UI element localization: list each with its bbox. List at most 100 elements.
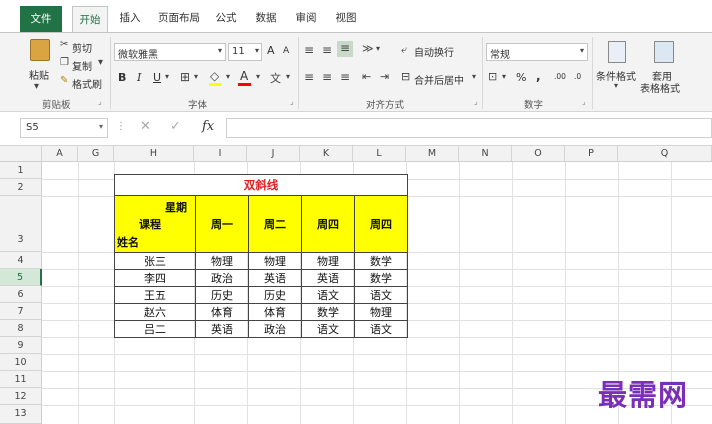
course-cell[interactable]: 历史 (248, 286, 302, 304)
copy-button[interactable]: 复制 (72, 58, 92, 73)
font-name-select[interactable]: 微软雅黑 ▾ (114, 43, 226, 61)
column-header[interactable]: Q (618, 146, 712, 162)
tab-file[interactable]: 文件 (20, 6, 62, 32)
column-header[interactable]: M (406, 146, 459, 162)
orientation-icon[interactable]: ≫ (362, 42, 374, 55)
currency-icon[interactable]: ⊡ (488, 70, 497, 83)
merge-center-button[interactable]: 合并后居中 (414, 72, 464, 87)
table-title[interactable]: 双斜线 (114, 174, 408, 196)
scissors-icon[interactable]: ✂ (60, 39, 68, 50)
course-cell[interactable]: 政治 (248, 320, 302, 338)
student-name[interactable]: 赵六 (114, 303, 196, 321)
chevron-down-icon[interactable]: ▾ (98, 57, 103, 68)
chevron-down-icon[interactable]: ▾ (472, 72, 476, 81)
course-cell[interactable]: 语文 (301, 286, 355, 304)
chevron-down-icon[interactable]: ▾ (502, 72, 506, 81)
day-header[interactable]: 周一 (195, 195, 249, 253)
student-name[interactable]: 李四 (114, 269, 196, 287)
course-cell[interactable]: 物理 (301, 252, 355, 270)
tab-review[interactable]: 审阅 (292, 9, 320, 27)
select-all-corner[interactable] (0, 146, 42, 162)
course-cell[interactable]: 物理 (248, 252, 302, 270)
decrease-decimal-button[interactable]: .0 (574, 72, 581, 81)
format-painter-button[interactable]: 格式刷 (72, 76, 102, 91)
chevron-down-icon[interactable]: ▾ (34, 81, 39, 92)
row-header[interactable]: 4 (0, 252, 42, 269)
wrap-text-icon[interactable]: ⤶ (401, 43, 407, 57)
row-header-selected[interactable]: 5 (0, 269, 42, 286)
row-header[interactable]: 12 (0, 388, 42, 405)
shrink-font-button[interactable]: A (283, 46, 289, 56)
insert-function-button[interactable]: fx (202, 119, 214, 134)
course-cell[interactable]: 政治 (195, 269, 249, 287)
row-header[interactable]: 8 (0, 320, 42, 337)
tab-view[interactable]: 视图 (332, 9, 360, 27)
fill-color-icon[interactable]: ◇ (210, 69, 219, 83)
course-cell[interactable]: 历史 (195, 286, 249, 304)
course-cell[interactable]: 语文 (301, 320, 355, 338)
increase-indent-icon[interactable]: ⇥ (380, 70, 389, 83)
course-cell[interactable]: 语文 (354, 286, 408, 304)
formula-input[interactable] (226, 118, 712, 138)
table-format-label-2[interactable]: 表格格式 (640, 80, 680, 95)
row-header[interactable]: 13 (0, 405, 42, 424)
column-header[interactable]: K (300, 146, 353, 162)
column-header[interactable]: O (512, 146, 565, 162)
align-center-icon[interactable]: ≡ (322, 70, 332, 84)
row-header[interactable]: 9 (0, 337, 42, 354)
font-color-button[interactable]: A (240, 69, 248, 83)
column-header[interactable]: I (194, 146, 247, 162)
underline-button[interactable]: U (153, 71, 161, 84)
row-header[interactable]: 11 (0, 371, 42, 388)
row-header[interactable]: 1 (0, 162, 42, 179)
column-header[interactable]: H (114, 146, 194, 162)
percent-button[interactable]: % (516, 71, 526, 84)
course-cell[interactable]: 体育 (195, 303, 249, 321)
grow-font-button[interactable]: A (267, 44, 275, 57)
enter-check-icon[interactable]: ✓ (170, 119, 181, 134)
chevron-down-icon[interactable]: ▾ (286, 72, 290, 81)
day-header[interactable]: 周四 (354, 195, 408, 253)
diagonal-header-cell[interactable]: 星期 课程 姓名 (114, 195, 196, 253)
border-icon[interactable]: ⊞ (180, 70, 190, 84)
day-header[interactable]: 周二 (248, 195, 302, 253)
wrap-text-button[interactable]: 自动换行 (414, 44, 454, 59)
decrease-indent-icon[interactable]: ⇤ (362, 70, 371, 83)
chevron-down-icon[interactable]: ▾ (226, 72, 230, 81)
italic-button[interactable]: I (137, 71, 141, 84)
course-cell[interactable]: 语文 (354, 320, 408, 338)
column-header[interactable]: J (247, 146, 300, 162)
course-cell[interactable]: 物理 (195, 252, 249, 270)
tab-home[interactable]: 开始 (72, 6, 108, 33)
dialog-launcher-icon[interactable]: ⌟ (474, 97, 478, 106)
course-cell[interactable]: 体育 (248, 303, 302, 321)
tab-data[interactable]: 数据 (252, 9, 280, 27)
course-cell[interactable]: 英语 (195, 320, 249, 338)
merge-icon[interactable]: ⊟ (401, 70, 410, 83)
row-header[interactable]: 6 (0, 286, 42, 303)
increase-decimal-button[interactable]: .00 (554, 72, 566, 81)
dialog-launcher-icon[interactable]: ⌟ (582, 97, 586, 106)
table-format-icon[interactable] (654, 41, 674, 63)
comma-button[interactable]: , (536, 69, 541, 83)
course-cell[interactable]: 数学 (301, 303, 355, 321)
align-middle-icon[interactable]: ≡ (322, 43, 332, 57)
paste-icon[interactable] (30, 39, 50, 61)
number-format-select[interactable]: 常规 ▾ (486, 43, 588, 61)
name-box[interactable]: S5 ▾ (20, 118, 108, 138)
tab-page-layout[interactable]: 页面布局 (154, 9, 204, 27)
row-header[interactable]: 7 (0, 303, 42, 320)
chevron-down-icon[interactable]: ▾ (614, 81, 618, 90)
bold-button[interactable]: B (118, 71, 126, 84)
course-cell[interactable]: 英语 (248, 269, 302, 287)
tab-formulas[interactable]: 公式 (212, 9, 240, 27)
cancel-icon[interactable]: ✕ (140, 119, 151, 134)
brush-icon[interactable]: ✎ (60, 75, 68, 86)
tab-insert[interactable]: 插入 (116, 9, 144, 27)
course-cell[interactable]: 数学 (354, 269, 408, 287)
column-header[interactable]: L (353, 146, 406, 162)
course-cell[interactable]: 物理 (354, 303, 408, 321)
align-top-icon[interactable]: ≡ (304, 43, 314, 57)
student-name[interactable]: 吕二 (114, 320, 196, 338)
column-header[interactable]: G (78, 146, 114, 162)
